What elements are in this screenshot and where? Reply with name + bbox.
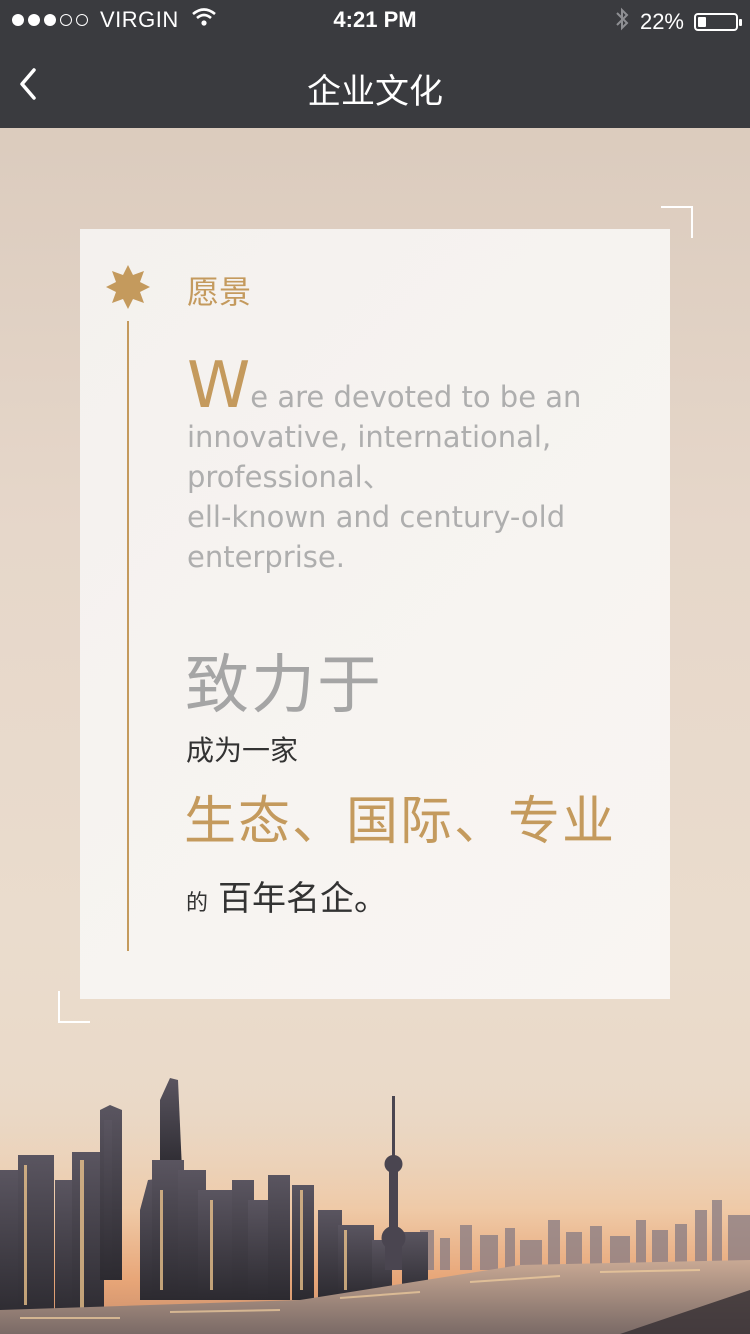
section-heading: 愿景 (187, 273, 252, 311)
english-vision-text: We are devoted to be an innovative, inte… (187, 354, 607, 577)
status-right: 22% (614, 7, 742, 37)
nav-bar: 企业文化 (0, 40, 750, 128)
bluetooth-icon (614, 7, 630, 37)
drop-cap: W (187, 349, 251, 423)
vision-line-4: 的百年名企。 (186, 871, 388, 920)
battery-icon (694, 13, 742, 31)
timeline-line (127, 321, 129, 951)
battery-percent: 22% (639, 9, 684, 34)
star-badge-icon (106, 265, 150, 309)
page-title: 企业文化 (307, 72, 443, 112)
vision-line-3: 生态、国际、专业 (184, 792, 617, 852)
vision-line-4-large: 百年名企。 (218, 879, 389, 919)
vision-line-2: 成为一家 (186, 734, 299, 767)
vision-card: 愿景 We are devoted to be an innovative, i… (80, 229, 670, 999)
battery-fill (698, 17, 706, 27)
vision-line-1: 致力于 (185, 649, 383, 723)
status-bar: VIRGIN 4:21 PM 22% (0, 0, 750, 40)
city-skyline-image (0, 1060, 750, 1334)
vision-line-4-small: 的 (186, 891, 209, 916)
